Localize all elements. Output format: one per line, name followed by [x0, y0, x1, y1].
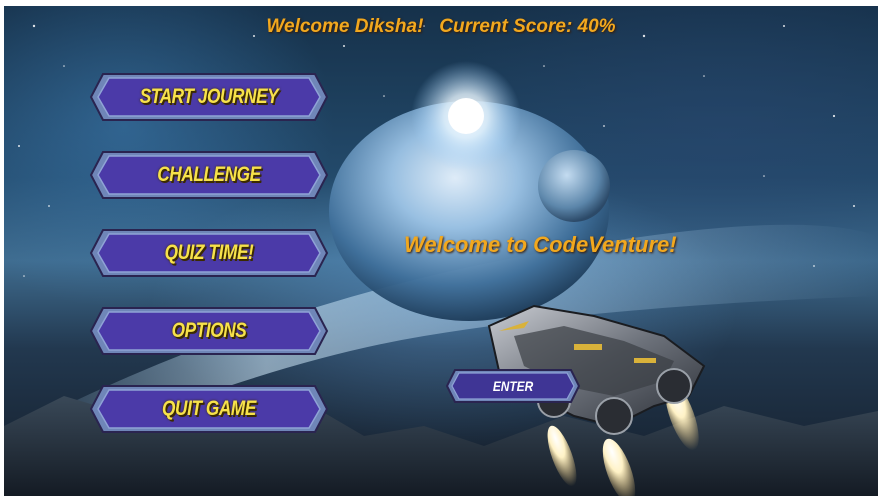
- start-journey-label: START JOURNEY: [139, 85, 279, 108]
- welcome-title: Welcome to CodeVenture!: [404, 232, 677, 257]
- quiz-time-label: QUIZ TIME!: [164, 241, 254, 264]
- options-button[interactable]: OPTIONS: [89, 306, 329, 356]
- game-screen: Welcome Diksha! Current Score: 40% START…: [4, 6, 878, 496]
- options-label: OPTIONS: [171, 319, 247, 342]
- quit-game-label: QUIT GAME: [162, 397, 256, 420]
- player-score-header: Welcome Diksha! Current Score: 40%: [266, 16, 616, 37]
- enter-label: ENTER: [492, 378, 534, 394]
- quit-game-button[interactable]: QUIT GAME: [89, 384, 329, 434]
- enter-button[interactable]: ENTER: [445, 368, 581, 404]
- challenge-button[interactable]: CHALLENGE: [89, 150, 329, 200]
- quiz-time-button[interactable]: QUIZ TIME!: [89, 228, 329, 278]
- challenge-label: CHALLENGE: [157, 163, 261, 186]
- start-journey-button[interactable]: START JOURNEY: [89, 72, 329, 122]
